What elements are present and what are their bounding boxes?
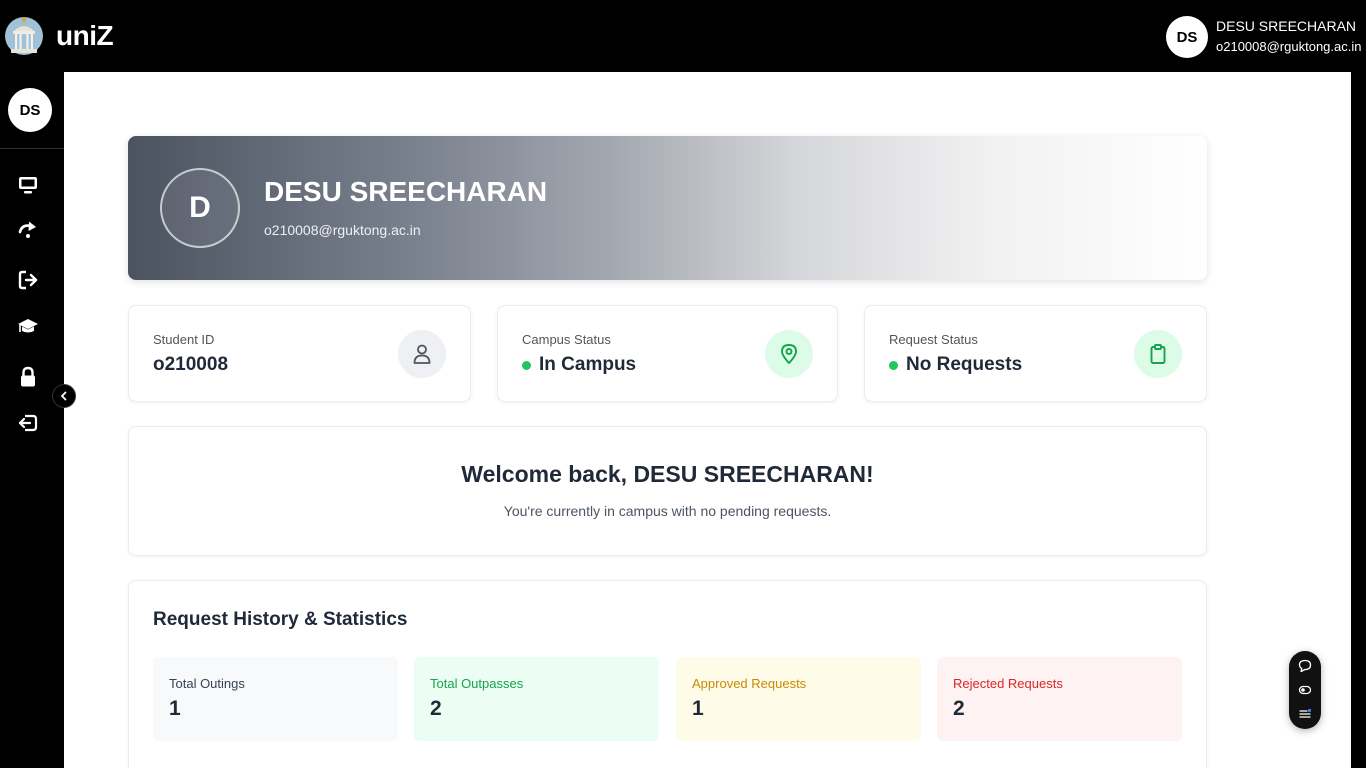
rejected-requests-card: Rejected Requests 2 (937, 657, 1182, 741)
list-menu-icon (1299, 708, 1312, 718)
sidebar-item-requests[interactable] (16, 218, 40, 242)
total-outpasses-label: Total Outpasses (430, 676, 524, 691)
sign-out-box-icon (18, 270, 38, 290)
request-status-label: Request Status (889, 332, 978, 347)
welcome-title: Welcome back, DESU SREECHARAN! (461, 461, 874, 487)
user-name: DESU SREECHARAN (1216, 18, 1357, 34)
menu-list-button[interactable] (1297, 706, 1313, 722)
university-logo-icon[interactable] (4, 14, 44, 58)
chat-button[interactable] (1297, 658, 1313, 674)
welcome-card: Welcome back, DESU SREECHARAN! You're cu… (128, 426, 1207, 556)
user-icon (398, 330, 446, 378)
graduation-cap-icon (18, 319, 38, 333)
history-title: Request History & Statistics (153, 609, 408, 630)
status-dot (522, 360, 531, 370)
lock-icon (21, 366, 35, 387)
total-outpasses-card: Total Outpasses 2 (414, 657, 659, 741)
profile-banner: D DESU SREECHARAN o210008@rguktong.ac.in (128, 136, 1207, 280)
total-outings-card: Total Outings 1 (153, 657, 398, 741)
map-pin-icon (765, 330, 813, 378)
sidebar-item-logout[interactable] (16, 411, 40, 435)
rejected-requests-label: Rejected Requests (953, 676, 1063, 691)
total-outings-value: 1 (169, 697, 181, 720)
student-id-value: o210008 (153, 354, 229, 375)
chevron-left-icon (60, 391, 67, 401)
sidebar-item-academics[interactable] (16, 315, 40, 339)
approved-requests-card: Approved Requests 1 (676, 657, 921, 741)
sidebar-collapse-button[interactable] (52, 384, 76, 408)
request-history-section: Request History & Statistics Total Outin… (128, 580, 1207, 768)
sidebar-item-dashboard[interactable] (16, 173, 40, 197)
approved-requests-label: Approved Requests (692, 676, 807, 691)
student-id-card: Student ID o210008 (128, 305, 471, 402)
total-outings-label: Total Outings (169, 676, 245, 691)
view-toggle-button[interactable] (1297, 682, 1313, 698)
top-navbar: uniZ DS DESU SREECHARAN o210008@rguktong… (0, 0, 1366, 72)
request-status-value: No Requests (889, 354, 1022, 376)
floating-toolbar (1289, 651, 1321, 729)
total-outpasses-value: 2 (430, 697, 442, 720)
request-status-card: Request Status No Requests (864, 305, 1207, 402)
toggle-icon (1298, 685, 1312, 695)
campus-status-value: In Campus (522, 354, 636, 376)
campus-status-label: Campus Status (522, 332, 611, 347)
user-avatar[interactable]: DS (1166, 16, 1208, 58)
sidebar: DS (0, 72, 64, 768)
main-content: D DESU SREECHARAN o210008@rguktong.ac.in… (64, 72, 1351, 768)
monitor-icon (19, 177, 37, 194)
clipboard-icon (1134, 330, 1182, 378)
approved-requests-value: 1 (692, 697, 704, 720)
chat-bubble-icon (1298, 659, 1312, 673)
sidebar-item-security[interactable] (16, 365, 40, 389)
sidebar-avatar[interactable]: DS (8, 88, 52, 132)
campus-status-card: Campus Status In Campus (497, 305, 838, 402)
user-email: o210008@rguktong.ac.in (1216, 39, 1362, 54)
app-brand[interactable]: uniZ (56, 20, 114, 52)
profile-email: o210008@rguktong.ac.in (264, 222, 421, 238)
profile-avatar: D (160, 168, 240, 248)
sidebar-item-outpass[interactable] (16, 268, 40, 292)
logout-icon (18, 414, 38, 432)
status-dot (889, 360, 898, 370)
redo-arrow-icon (18, 221, 36, 238)
profile-name: DESU SREECHARAN (264, 176, 548, 207)
rejected-requests-value: 2 (953, 697, 965, 720)
welcome-subtitle: You're currently in campus with no pendi… (503, 503, 832, 519)
sidebar-divider (0, 148, 64, 149)
student-id-label: Student ID (153, 332, 215, 347)
